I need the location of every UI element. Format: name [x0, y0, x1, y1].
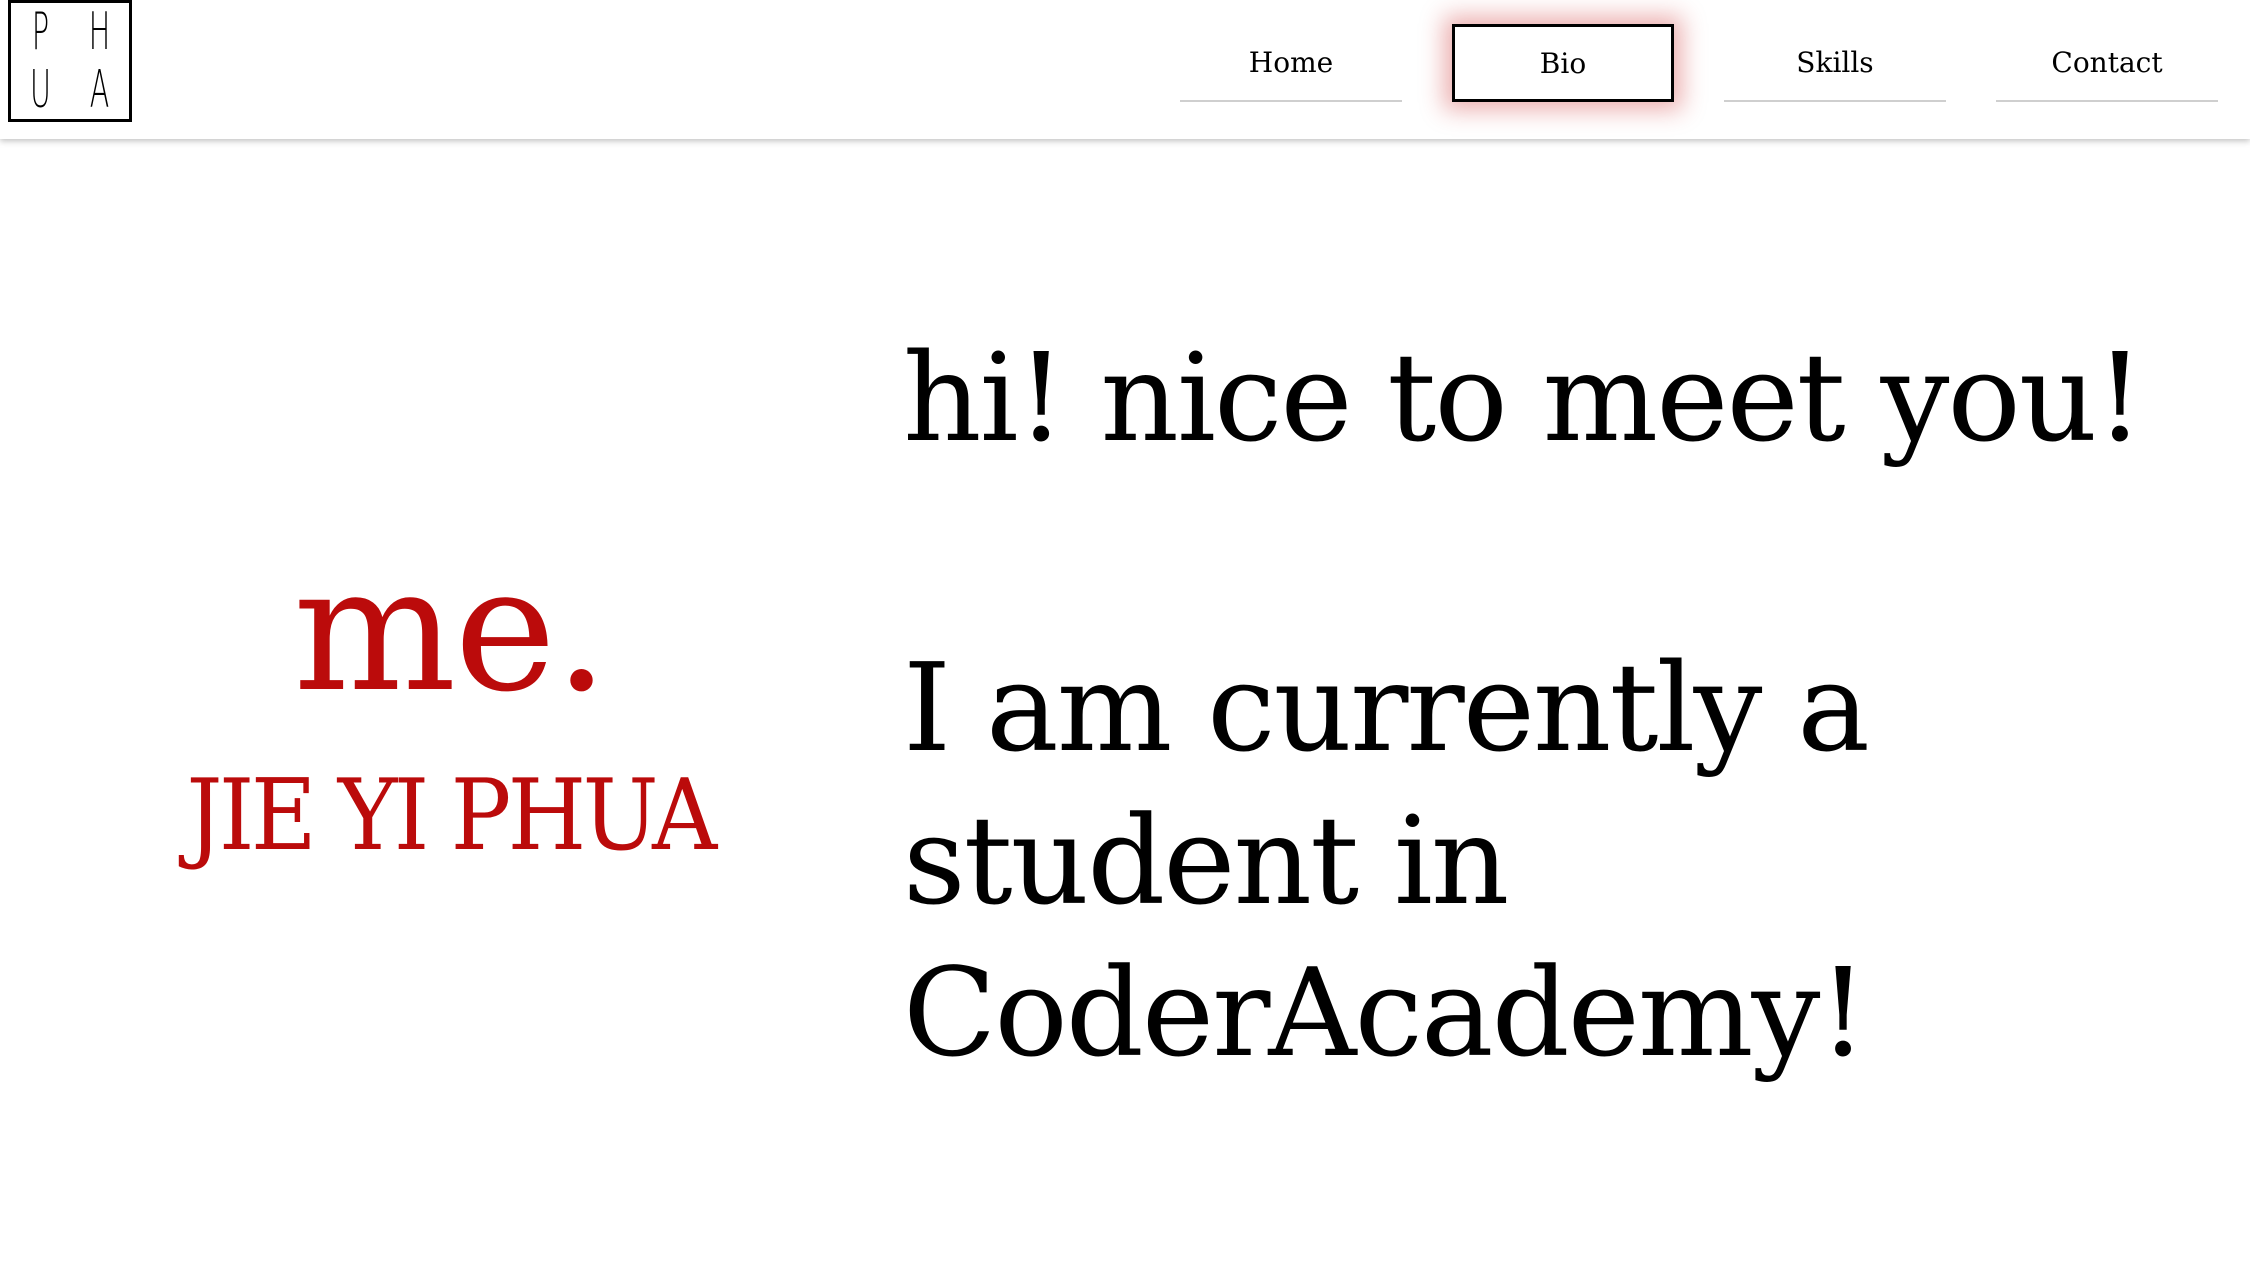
- site-header: P H U A Home Bio Skills Contact: [0, 0, 2250, 139]
- bio-name: JIE YI PHUA: [186, 759, 717, 873]
- nav-skills-link[interactable]: Skills: [1724, 24, 1946, 102]
- logo-letter: P: [31, 2, 50, 62]
- logo-letter: U: [30, 60, 51, 120]
- bio-statement: I am currently a student in CoderAcademy…: [903, 637, 1870, 1084]
- nav-home-link[interactable]: Home: [1180, 24, 1402, 102]
- nav-contact-link[interactable]: Contact: [1996, 24, 2218, 102]
- main-nav: Home Bio Skills Contact: [1180, 24, 2218, 102]
- bio-section: me. JIE YI PHUA hi! nice to meet you! I …: [0, 139, 2250, 1265]
- bio-greeting: hi! nice to meet you!: [903, 327, 2144, 469]
- logo-home-link[interactable]: P H U A: [8, 0, 132, 122]
- bio-heading: me.: [293, 529, 609, 730]
- logo-letter: A: [89, 60, 110, 120]
- nav-bio-link[interactable]: Bio: [1452, 24, 1674, 102]
- logo-letter: H: [88, 2, 111, 62]
